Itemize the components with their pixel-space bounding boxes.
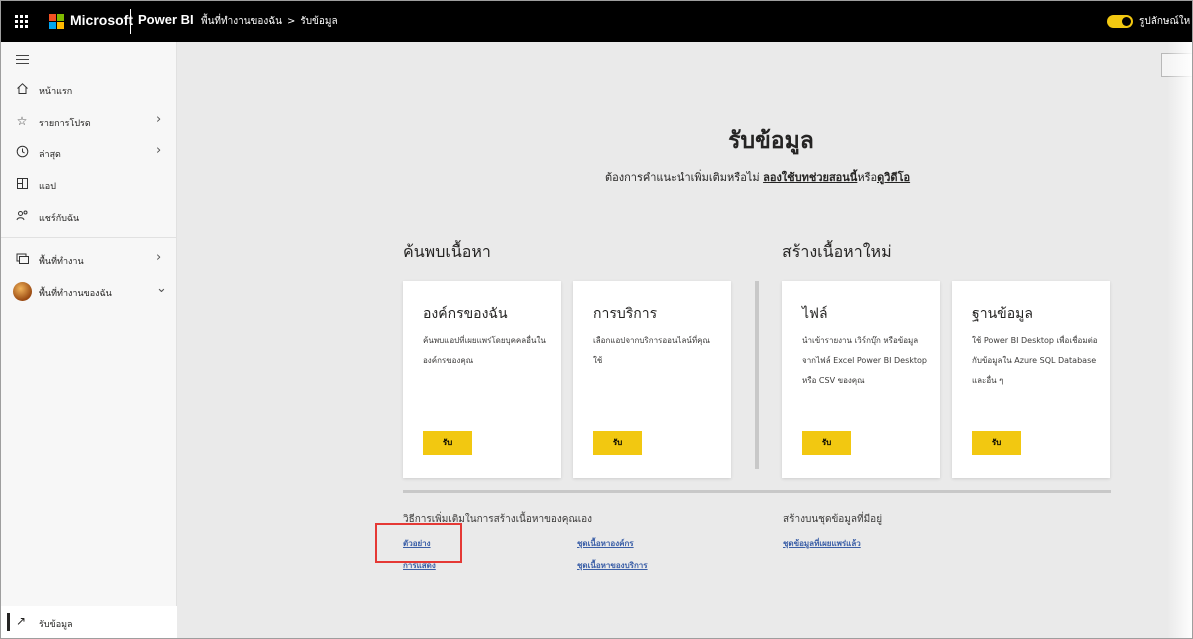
published-datasets-link[interactable]: ชุดข้อมูลที่เผยแพร่แล้ว: [783, 537, 861, 550]
sidebar-item-home[interactable]: หน้าแรก: [1, 77, 177, 103]
card-title: การบริการ: [593, 306, 658, 322]
app-launcher-icon[interactable]: [15, 15, 28, 28]
sidebar-item-label: หน้าแรก: [39, 87, 73, 97]
section-divider: [755, 281, 759, 469]
apps-icon: [15, 177, 29, 191]
selected-indicator: [7, 613, 10, 631]
sidebar-item-workspaces[interactable]: พื้นที่ทำงาน ›: [1, 247, 177, 273]
breadcrumb-current: รับข้อมูล: [300, 16, 338, 27]
get-button[interactable]: รับ: [972, 431, 1021, 455]
sidebar-item-get-data[interactable]: ↗ รับข้อมูล: [1, 606, 177, 638]
new-look-toggle[interactable]: [1107, 15, 1133, 28]
get-button[interactable]: รับ: [593, 431, 642, 455]
sidebar-item-my-workspace[interactable]: พื้นที่ทำงานของฉัน ⌄: [1, 279, 177, 305]
shows-link[interactable]: การแสดง: [403, 559, 436, 572]
breadcrumb-separator-icon: >: [286, 16, 296, 27]
page-title: รับข้อมูล: [728, 128, 814, 154]
chevron-right-icon: ›: [156, 250, 162, 265]
chevron-down-icon: ⌄: [156, 281, 167, 296]
shared-icon: [15, 209, 29, 223]
card-services: การบริการ เลือกแอปจากบริการออนไลน์ที่คุณ…: [573, 281, 731, 478]
sidebar-item-label: พื้นที่ทำงาน: [39, 257, 84, 267]
sidebar-item-label: รับข้อมูล: [39, 620, 73, 630]
tutorial-link[interactable]: ลองใช้บทช่วยสอนนี้: [763, 171, 857, 184]
arrow-up-right-icon: ↗: [16, 614, 27, 628]
org-content-packs-link[interactable]: ชุดเนื้อหาองค์กร: [577, 537, 634, 550]
brand-separator: [130, 9, 131, 34]
samples-link[interactable]: ตัวอย่าง: [403, 537, 431, 550]
more-ways-heading: วิธีการเพิ่มเติมในการสร้างเนื้อหาของคุณเ…: [403, 514, 593, 525]
sidebar-item-shared[interactable]: แชร์กับฉัน: [1, 204, 177, 230]
breadcrumb-workspace[interactable]: พื้นที่ทำงานของฉัน: [201, 16, 282, 27]
get-button[interactable]: รับ: [802, 431, 851, 455]
existing-datasets-heading: สร้างบนชุดข้อมูลที่มีอยู่: [783, 514, 883, 525]
hamburger-menu-icon[interactable]: [16, 55, 29, 64]
top-bar: Microsoft Power BI พื้นที่ทำงานของฉัน > รั…: [1, 1, 1192, 42]
sidebar-item-apps[interactable]: แอป: [1, 172, 177, 198]
card-description: ใช้ Power BI Desktop เพื่อเชื่อมต่อกับข้…: [972, 336, 1098, 385]
card-title: ฐานข้อมูล: [972, 306, 1033, 322]
card-databases: ฐานข้อมูล ใช้ Power BI Desktop เพื่อเชื่…: [952, 281, 1110, 478]
new-look-label: รูปลักษณ์ให: [1139, 16, 1191, 27]
horizontal-divider: [403, 490, 1111, 493]
home-icon: [15, 82, 29, 96]
sidebar-item-label: พื้นที่ทำงานของฉัน: [39, 289, 112, 299]
sidebar-item-label: แอป: [39, 182, 56, 192]
app-name[interactable]: Power BI: [138, 12, 194, 27]
side-panel-toggle[interactable]: [1161, 53, 1192, 77]
card-description: นำเข้ารายงาน เวิร์กบุ๊ก หรือข้อมูลจากไฟล…: [802, 336, 928, 385]
video-link[interactable]: ดูวิดีโอ: [877, 171, 910, 184]
sidebar-item-label: แชร์กับฉัน: [39, 214, 80, 224]
card-my-organization: องค์กรของฉัน ค้นพบแอปที่เผยแพร่โดยบุคคลอ…: [403, 281, 561, 478]
service-content-packs-link[interactable]: ชุดเนื้อหาของบริการ: [577, 559, 648, 572]
get-button[interactable]: รับ: [423, 431, 472, 455]
avatar: [13, 282, 32, 301]
subtitle-text: ต้องการคำแนะนำเพิ่มเติมหรือไม่: [605, 171, 760, 184]
create-heading: สร้างเนื้อหาใหม่: [782, 242, 892, 261]
discover-heading: ค้นพบเนื้อหา: [403, 242, 491, 261]
card-description: ค้นพบแอปที่เผยแพร่โดยบุคคลอื่นในองค์กรขอ…: [423, 336, 546, 365]
card-title: ไฟล์: [802, 306, 828, 322]
sidebar-divider: [1, 237, 177, 238]
app-window: Microsoft Power BI พื้นที่ทำงานของฉัน > รั…: [0, 0, 1193, 639]
page-subtitle: ต้องการคำแนะนำเพิ่มเติมหรือไม่ ลองใช้บทช…: [605, 168, 910, 186]
card-files: ไฟล์ นำเข้ารายงาน เวิร์กบุ๊ก หรือข้อมูลจ…: [782, 281, 940, 478]
breadcrumb: พื้นที่ทำงานของฉัน > รับข้อมูล: [201, 14, 338, 29]
card-title: องค์กรของฉัน: [423, 306, 508, 322]
subtitle-or: หรือ: [857, 171, 878, 184]
workspaces-icon: [15, 252, 29, 266]
brand-name[interactable]: Microsoft: [70, 12, 133, 28]
microsoft-logo-icon: [49, 14, 64, 29]
card-description: เลือกแอปจากบริการออนไลน์ที่คุณใช้: [593, 336, 710, 365]
